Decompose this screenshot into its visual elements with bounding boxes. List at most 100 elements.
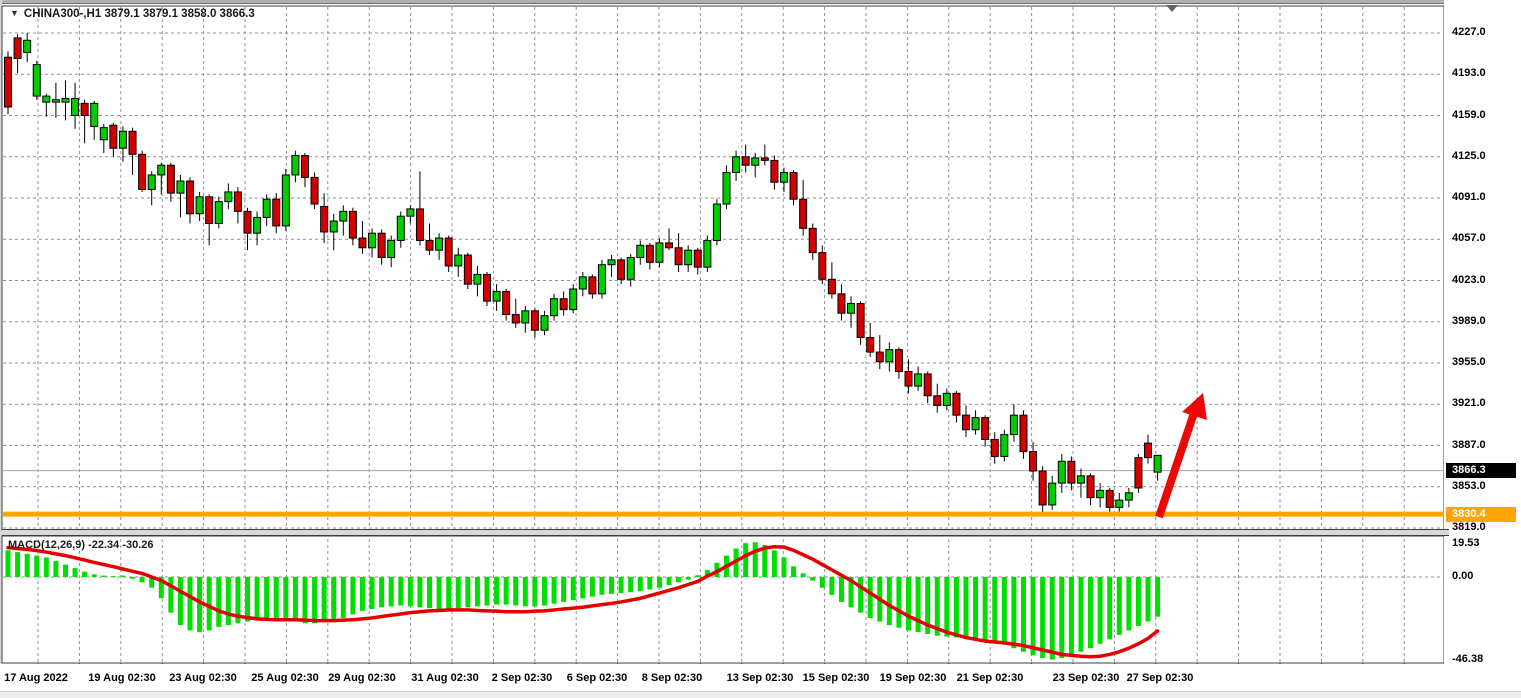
bear-candle	[349, 211, 356, 238]
bear-candle	[244, 211, 251, 233]
bull-candle	[397, 216, 404, 240]
bull-candle	[1058, 461, 1065, 483]
macd-histogram-bar	[1107, 577, 1112, 639]
dropdown-triangle-icon[interactable]: ▼	[10, 8, 19, 18]
bear-candle	[234, 192, 241, 211]
bull-candle	[493, 291, 500, 301]
price-axis-label: 3819.0	[1452, 521, 1486, 533]
macd-histogram-bar	[101, 576, 106, 577]
bear-candle	[1145, 443, 1152, 458]
macd-histogram-bar	[1050, 577, 1055, 660]
panel-separator[interactable]	[2, 529, 1449, 536]
macd-histogram-bar	[839, 577, 844, 602]
macd-histogram-bar	[379, 577, 384, 607]
macd-histogram-bar	[408, 577, 413, 606]
current-price-badge: 3866.3	[1446, 463, 1516, 478]
bull-candle	[637, 245, 644, 257]
bull-candle	[43, 96, 50, 102]
macd-histogram-bar	[417, 577, 422, 607]
macd-histogram-bar	[293, 577, 298, 622]
bear-candle	[991, 439, 998, 456]
time-axis-label: 21 Sep 02:30	[957, 672, 1024, 684]
bull-candle	[407, 209, 414, 216]
bear-candle	[81, 103, 88, 115]
bear-candle	[618, 260, 625, 279]
macd-histogram-bar	[628, 577, 633, 592]
bull-candle	[196, 197, 203, 214]
bear-candle	[982, 418, 989, 440]
price-axis-label: 4125.0	[1452, 150, 1486, 162]
bear-candle	[809, 228, 816, 252]
price-axis-label: 3887.0	[1452, 439, 1486, 451]
macd-indicator-label: MACD(12,26,9) -22.34 -30.26	[8, 539, 154, 551]
macd-histogram-bar	[427, 577, 432, 608]
macd-histogram-bar	[695, 575, 700, 577]
bear-candle	[531, 311, 538, 330]
macd-histogram-bar	[111, 576, 116, 577]
macd-histogram-bar	[437, 577, 442, 609]
macd-histogram-bar	[456, 577, 461, 608]
bear-candle	[771, 160, 778, 182]
macd-histogram-bar	[820, 577, 825, 588]
bull-candle	[62, 99, 69, 103]
bull-candle	[474, 274, 481, 284]
bull-candle	[551, 299, 558, 316]
chart-title: ▼CHINA300-,H1 3879.1 3879.1 3858.0 3866.…	[10, 8, 255, 20]
bull-candle	[627, 257, 634, 279]
bull-candle	[33, 65, 40, 97]
macd-histogram-bar	[322, 577, 327, 622]
macd-histogram-bar	[609, 577, 614, 594]
bear-candle	[828, 279, 835, 294]
macd-histogram-bar	[542, 577, 547, 605]
macd-histogram-bar	[1059, 577, 1064, 658]
bear-candle	[1087, 476, 1094, 498]
bull-candle	[579, 277, 586, 289]
bull-candle	[225, 192, 232, 202]
price-panel	[2, 6, 1444, 530]
bull-candle	[436, 238, 443, 250]
bull-candle	[1001, 435, 1008, 457]
bear-candle	[675, 248, 682, 265]
time-axis-label: 23 Sep 02:30	[1053, 672, 1120, 684]
macd-histogram-bar	[302, 577, 307, 623]
bear-candle	[646, 245, 653, 262]
macd-histogram-bar	[1040, 577, 1045, 658]
time-axis-label: 17 Aug 2022	[4, 672, 68, 684]
price-axis[interactable]	[1444, 0, 1521, 663]
macd-histogram-bar	[944, 577, 949, 637]
bear-candle	[416, 209, 423, 241]
macd-histogram-bar	[599, 577, 604, 595]
bull-candle	[158, 165, 165, 175]
macd-histogram-bar	[15, 552, 20, 577]
time-axis-label: 6 Sep 02:30	[567, 672, 628, 684]
macd-histogram-bar	[1002, 577, 1007, 645]
macd-histogram-bar	[552, 577, 557, 604]
bear-candle	[742, 157, 749, 165]
bear-candle	[953, 393, 960, 415]
bear-candle	[838, 294, 845, 313]
bear-candle	[934, 396, 941, 406]
candlestick-macd-plot[interactable]	[0, 0, 1521, 698]
bull-candle	[886, 350, 893, 362]
bull-candle	[704, 240, 711, 267]
macd-axis-label: -46.38	[1452, 653, 1483, 665]
macd-histogram-bar	[916, 577, 921, 632]
price-axis-label: 4193.0	[1452, 67, 1486, 79]
macd-histogram-bar	[686, 577, 691, 580]
bull-candle	[656, 243, 663, 262]
bull-candle	[713, 204, 720, 240]
macd-histogram-bar	[810, 577, 815, 581]
bull-candle	[388, 240, 395, 257]
bear-candle	[867, 338, 874, 353]
bear-candle	[139, 154, 146, 189]
macd-histogram-bar	[868, 577, 873, 618]
macd-histogram-bar	[532, 577, 537, 606]
macd-histogram-bar	[140, 577, 145, 582]
bear-candle	[110, 125, 117, 148]
bear-candle	[187, 181, 194, 214]
bull-candle	[215, 202, 222, 224]
macd-histogram-bar	[255, 577, 260, 620]
bull-candle	[848, 304, 855, 314]
macd-histogram-bar	[772, 550, 777, 577]
bull-candle	[733, 157, 740, 173]
